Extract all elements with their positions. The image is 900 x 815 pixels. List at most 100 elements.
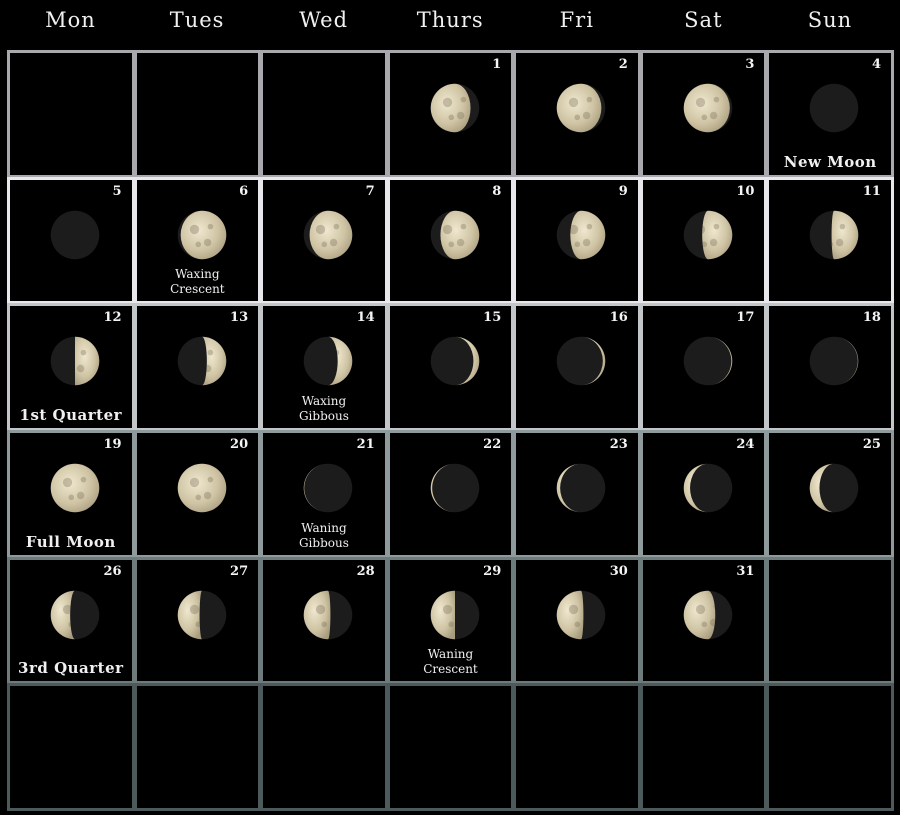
weekday-header-tues: Tues xyxy=(169,8,225,32)
day-cell-15[interactable]: 15 xyxy=(386,303,515,431)
moon-crater xyxy=(574,241,581,247)
day-number: 23 xyxy=(609,437,628,452)
day-cell-26[interactable]: 26 3rd Quarter xyxy=(7,556,135,685)
moon-lit-region xyxy=(430,590,455,639)
day-cell-23[interactable]: 23 xyxy=(513,430,641,558)
moon-phase-icon xyxy=(683,337,733,386)
day-cell-16[interactable]: 16 xyxy=(513,303,641,431)
empty-day-cell xyxy=(766,556,894,685)
moon-phase-icon xyxy=(430,83,479,133)
day-cell-9[interactable]: 9 xyxy=(513,176,641,305)
moon-crater xyxy=(695,97,706,108)
day-number: 22 xyxy=(483,437,502,452)
day-cell-6[interactable]: 6 Waxing Crescent xyxy=(133,176,262,305)
day-cell-31[interactable]: 31 xyxy=(639,556,768,685)
moon-crater xyxy=(442,224,452,234)
moon-crater xyxy=(713,223,720,230)
day-cell-22[interactable]: 22 xyxy=(386,430,515,558)
moon-crater xyxy=(80,476,87,483)
day-number: 2 xyxy=(618,57,628,72)
moon-crater xyxy=(569,604,579,614)
moon-phase-icon xyxy=(303,463,353,513)
moon-lit-region xyxy=(557,590,584,639)
moon-phase-icon xyxy=(810,210,859,259)
moon-crater xyxy=(76,491,85,500)
moon-lit-region xyxy=(50,463,100,513)
day-cell-1[interactable]: 1 xyxy=(386,50,515,178)
day-number: 10 xyxy=(736,183,755,199)
moon-phase-icon xyxy=(177,463,226,513)
moon-phase-icon xyxy=(50,337,100,386)
moon-phase-icon xyxy=(50,463,100,513)
moon-crater xyxy=(709,238,718,246)
moon-crater xyxy=(448,241,454,247)
moon-phase-icon xyxy=(430,210,479,259)
empty-day-cell xyxy=(386,683,515,811)
day-cell-30[interactable]: 30 xyxy=(513,556,641,685)
moon-crater xyxy=(713,96,720,103)
day-cell-12[interactable]: 12 1st Quarter xyxy=(7,303,135,431)
day-number: 12 xyxy=(103,310,122,326)
moon-phase-icon xyxy=(557,463,606,513)
moon-phase-icon xyxy=(303,590,353,639)
day-cell-8[interactable]: 8 xyxy=(386,176,515,305)
moon-crater xyxy=(456,111,465,120)
day-cell-25[interactable]: 25 xyxy=(766,430,894,558)
day-number: 19 xyxy=(103,437,122,452)
day-number: 5 xyxy=(112,183,122,199)
day-number: 18 xyxy=(862,310,881,326)
empty-day-cell xyxy=(133,683,262,811)
day-cell-3[interactable]: 3 xyxy=(639,50,768,178)
day-cell-7[interactable]: 7 xyxy=(260,176,388,305)
day-number: 9 xyxy=(618,183,628,199)
moon-phase-icon xyxy=(557,590,606,639)
moon-phase-icon xyxy=(177,590,226,639)
day-number: 20 xyxy=(230,437,249,452)
day-cell-2[interactable]: 2 xyxy=(513,50,641,178)
day-cell-5[interactable]: 5 xyxy=(7,176,135,305)
moon-crater xyxy=(76,365,85,373)
moon-crater xyxy=(586,223,593,230)
moon-phase-icon xyxy=(430,463,479,513)
weekday-header-thurs: Thurs xyxy=(416,8,484,32)
moon-crater xyxy=(207,476,213,483)
moon-crater xyxy=(321,621,328,627)
day-cell-4[interactable]: 4 New Moon xyxy=(766,50,894,178)
moon-phase-icon xyxy=(303,210,353,259)
phase-label: Waxing Gibbous xyxy=(298,393,349,423)
day-cell-18[interactable]: 18 xyxy=(766,303,894,431)
moon-phase-icon xyxy=(303,337,353,386)
day-cell-20[interactable]: 20 xyxy=(133,430,262,558)
day-cell-29[interactable]: 29 Waning Crescent xyxy=(386,556,515,685)
moon-phase-icon xyxy=(683,83,733,133)
day-number: 15 xyxy=(483,310,502,326)
phase-label: Waning Gibbous xyxy=(298,520,349,550)
day-cell-28[interactable]: 28 xyxy=(260,556,388,685)
moon-crater xyxy=(574,114,581,121)
weekday-header-fri: Fri xyxy=(559,8,594,32)
moon-crater xyxy=(574,621,581,627)
day-cell-27[interactable]: 27 xyxy=(133,556,262,685)
day-cell-21[interactable]: 21 Waning Gibbous xyxy=(260,430,388,558)
moon-phase-icon xyxy=(683,590,733,639)
moon-lit-region xyxy=(702,210,733,259)
moon-crater xyxy=(203,491,211,500)
moon-lit-region xyxy=(180,210,226,259)
moon-crater xyxy=(189,224,199,234)
moon-crater xyxy=(583,238,591,246)
day-cell-24[interactable]: 24 xyxy=(639,430,768,558)
day-cell-13[interactable]: 13 xyxy=(133,303,262,431)
empty-day-cell xyxy=(260,683,388,811)
day-cell-11[interactable]: 11 xyxy=(766,176,894,305)
moon-crater xyxy=(316,604,326,614)
day-cell-19[interactable]: 19 Full Moon xyxy=(7,430,135,558)
day-cell-17[interactable]: 17 xyxy=(639,303,768,431)
moon-phase-icon xyxy=(683,463,733,513)
day-cell-14[interactable]: 14 Waxing Gibbous xyxy=(260,303,388,431)
moon-crater xyxy=(80,350,87,356)
day-cell-10[interactable]: 10 xyxy=(639,176,768,305)
day-number: 4 xyxy=(871,57,881,72)
moon-crater xyxy=(189,477,199,488)
moon-lit-region xyxy=(440,210,479,259)
moon-crater xyxy=(448,114,454,121)
